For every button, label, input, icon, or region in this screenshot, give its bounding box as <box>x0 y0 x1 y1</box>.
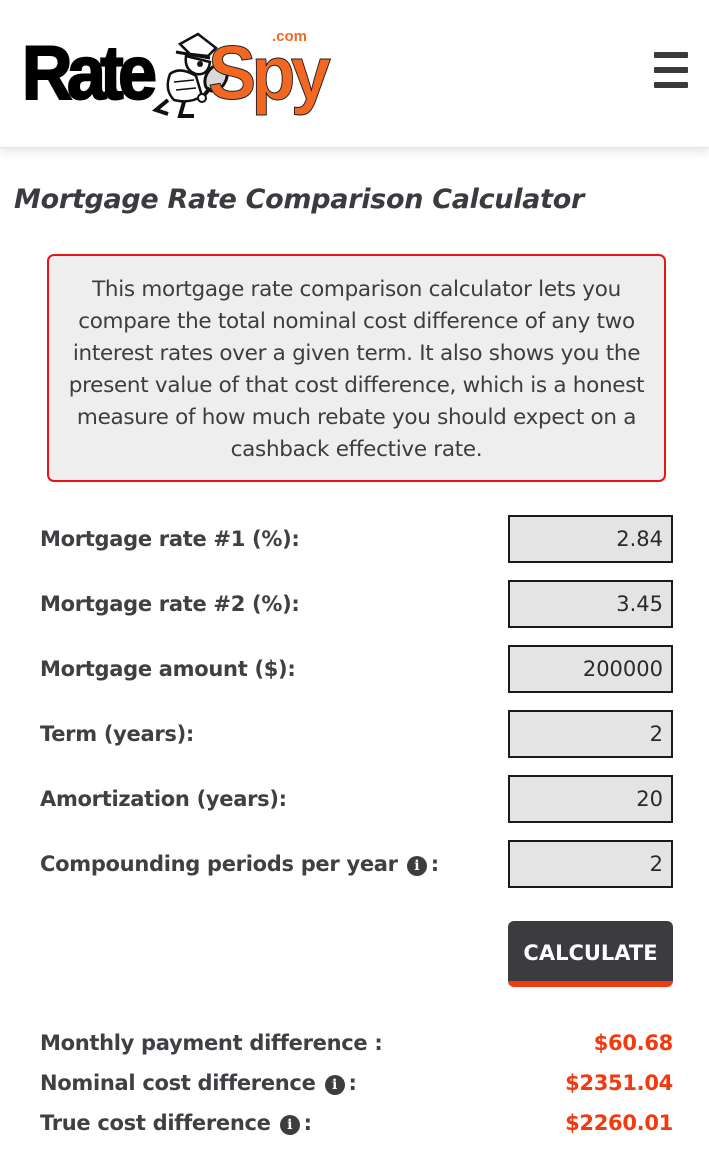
info-icon[interactable]: i <box>279 1115 300 1135</box>
true-cost-difference-label-text: True cost difference <box>40 1111 271 1135</box>
form-row-term: Term (years): <box>40 710 673 758</box>
form-row-rate-1: Mortgage rate #1 (%): <box>40 515 673 563</box>
logo-text-com: .com <box>272 28 308 45</box>
logo-text-spy: Spy <box>208 31 332 116</box>
rate-1-label: Mortgage rate #1 (%): <box>40 527 300 551</box>
nominal-cost-difference-value: $2351.04 <box>565 1071 673 1095</box>
monthly-payment-difference-label: Monthly payment difference : <box>40 1031 383 1055</box>
nominal-cost-difference-label: Nominal cost difference i: <box>40 1071 357 1095</box>
label-colon: : <box>430 852 439 876</box>
hamburger-menu-button[interactable] <box>650 52 688 88</box>
nominal-cost-difference-label-text: Nominal cost difference <box>40 1071 316 1095</box>
calculate-button[interactable]: CALCULATE <box>508 921 673 987</box>
compounding-periods-input[interactable] <box>508 840 673 888</box>
rate-1-input[interactable] <box>508 515 673 563</box>
monthly-payment-difference-label-text: Monthly payment difference <box>40 1031 368 1055</box>
amortization-label: Amortization (years): <box>40 787 287 811</box>
true-cost-difference-label: True cost difference i: <box>40 1111 312 1135</box>
rate-2-input[interactable] <box>508 580 673 628</box>
mortgage-amount-label: Mortgage amount ($): <box>40 657 296 681</box>
rate-2-label: Mortgage rate #2 (%): <box>40 592 300 616</box>
form-row-mortgage-amount: Mortgage amount ($): <box>40 645 673 693</box>
form-row-compounding-periods: Compounding periods per year i: <box>40 840 673 888</box>
hamburger-menu-icon <box>654 82 688 88</box>
label-colon: : <box>348 1071 357 1095</box>
calculator-description: This mortgage rate comparison calculator… <box>47 254 666 482</box>
label-colon: : <box>374 1031 383 1055</box>
mortgage-amount-input[interactable] <box>508 645 673 693</box>
form-row-rate-2: Mortgage rate #2 (%): <box>40 580 673 628</box>
term-input[interactable] <box>508 710 673 758</box>
compounding-periods-label: Compounding periods per year i: <box>40 852 439 876</box>
result-row-nominal-cost-difference: Nominal cost difference i: $2351.04 <box>40 1071 673 1103</box>
hamburger-menu-icon <box>654 67 688 73</box>
true-cost-difference-value: $2260.01 <box>565 1111 673 1135</box>
monthly-payment-difference-value: $60.68 <box>593 1031 674 1055</box>
amortization-input[interactable] <box>508 775 673 823</box>
info-icon[interactable]: i <box>324 1075 345 1095</box>
result-row-true-cost-difference: True cost difference i: $2260.01 <box>40 1111 673 1143</box>
page-title: Mortgage Rate Comparison Calculator <box>14 184 584 215</box>
label-colon: : <box>303 1111 312 1135</box>
info-icon[interactable]: i <box>406 856 427 876</box>
result-row-monthly-payment-difference: Monthly payment difference : $60.68 <box>40 1031 673 1063</box>
site-header: Rate Spy .com <box>0 0 709 148</box>
hamburger-menu-icon <box>654 52 688 58</box>
ratespy-logo[interactable]: Rate Spy .com <box>21 28 336 118</box>
compounding-periods-label-text: Compounding periods per year <box>40 852 398 876</box>
logo-text-rate: Rate <box>21 31 158 116</box>
form-row-amortization: Amortization (years): <box>40 775 673 823</box>
term-label: Term (years): <box>40 722 194 746</box>
